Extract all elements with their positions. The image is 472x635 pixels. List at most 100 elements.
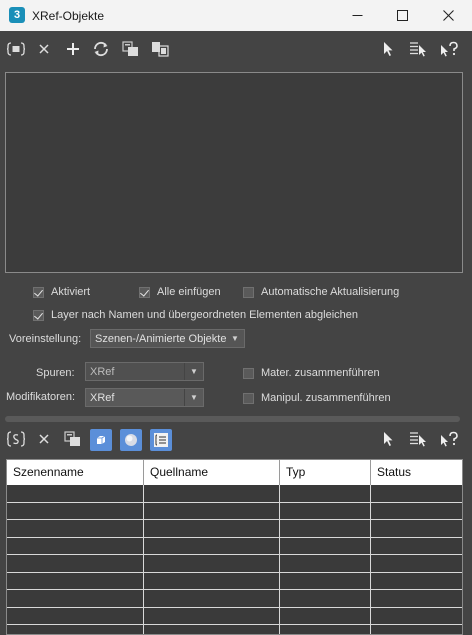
delete-icon[interactable] [34, 429, 54, 449]
chevron-down-icon: ▼ [184, 363, 203, 380]
table-row[interactable] [7, 607, 462, 625]
alle-einfuegen-label: Alle einfügen [157, 286, 221, 298]
convert-icon[interactable] [150, 39, 170, 59]
app-icon: 3 [9, 7, 25, 23]
layer-match-checkbox[interactable]: Layer nach Namen und übergeordneten Elem… [33, 309, 358, 321]
aktiviert-checkbox[interactable]: Aktiviert [33, 286, 90, 298]
auto-update-label: Automatische Aktualisierung [261, 286, 400, 298]
table-cell [371, 485, 462, 503]
table-cell [7, 607, 144, 625]
table-body [7, 485, 462, 634]
scene-xref-icon[interactable] [6, 39, 26, 59]
table-cell [280, 520, 371, 538]
table-cell [371, 625, 462, 634]
tracks-value: XRef [90, 365, 115, 378]
merge-materials-checkbox[interactable]: Mater. zusammenführen [243, 367, 380, 379]
table-row[interactable] [7, 537, 462, 555]
table-cell [371, 538, 462, 555]
list-icon[interactable] [150, 429, 172, 451]
table-cell [371, 520, 462, 538]
select-icon[interactable] [378, 429, 398, 449]
maximize-button[interactable] [379, 0, 425, 31]
xref-records-table[interactable]: Szenenname Quellname Typ Status [6, 459, 463, 635]
table-cell [144, 520, 280, 538]
add-icon[interactable] [63, 39, 83, 59]
box-icon[interactable] [90, 429, 112, 451]
xref-record-icon[interactable] [6, 429, 26, 449]
table-cell [371, 608, 462, 625]
table-cell [280, 607, 371, 625]
tracks-dropdown[interactable]: XRef ▼ [85, 362, 204, 381]
table-cell [280, 502, 371, 520]
table-cell [7, 502, 144, 520]
table-cell [371, 555, 462, 573]
close-icon [442, 10, 454, 21]
alle-einfuegen-checkbox[interactable]: Alle einfügen [139, 286, 221, 298]
column-header-szenenname[interactable]: Szenenname [7, 460, 144, 485]
merge-manipulators-check[interactable] [243, 392, 254, 404]
modifiers-dropdown[interactable]: XRef ▼ [85, 388, 204, 407]
modifiers-value: XRef [90, 391, 115, 404]
table-cell [280, 590, 371, 608]
table-row[interactable] [7, 520, 462, 538]
auto-update-checkbox[interactable]: Automatische Aktualisierung [243, 286, 399, 298]
merge-icon[interactable] [63, 429, 83, 449]
table-cell [144, 607, 280, 625]
modifiers-label: Modifikatoren: [6, 391, 76, 403]
layer-match-check[interactable] [33, 309, 44, 321]
delete-icon[interactable] [34, 39, 54, 59]
select-by-name-icon[interactable] [409, 429, 429, 449]
chevron-down-icon: ▼ [184, 389, 203, 406]
table-cell [144, 537, 280, 555]
preset-label: Voreinstellung: [9, 333, 82, 345]
select-icon[interactable] [378, 39, 398, 59]
select-by-name-icon[interactable] [409, 39, 429, 59]
window-titlebar[interactable]: 3 XRef-Objekte [0, 0, 472, 31]
merge-manipulators-checkbox[interactable]: Manipul. zusammenführen [243, 392, 391, 404]
table-cell [7, 625, 144, 634]
table-cell [7, 537, 144, 555]
table-cell [144, 572, 280, 590]
help-icon[interactable] [439, 429, 459, 449]
table-cell [371, 503, 462, 520]
table-cell [280, 537, 371, 555]
table-cell [7, 590, 144, 608]
table-cell [144, 485, 280, 503]
table-cell [371, 573, 462, 590]
table-row[interactable] [7, 590, 462, 608]
table-row[interactable] [7, 485, 462, 503]
table-header: Szenenname Quellname Typ Status [7, 460, 462, 485]
close-button[interactable] [425, 0, 471, 31]
aktiviert-check[interactable] [33, 286, 44, 298]
column-header-typ[interactable]: Typ [280, 460, 371, 485]
maximize-icon [396, 10, 408, 21]
alle-einfuegen-check[interactable] [139, 286, 150, 298]
merge-materials-check[interactable] [243, 367, 254, 379]
sphere-icon[interactable] [120, 429, 142, 451]
minimize-icon [352, 15, 362, 16]
xref-object-list[interactable] [5, 72, 463, 273]
table-row[interactable] [7, 625, 462, 634]
horizontal-scrollbar[interactable] [5, 416, 460, 422]
merge-icon[interactable] [121, 39, 141, 59]
table-cell [144, 555, 280, 573]
table-cell [280, 572, 371, 590]
help-icon[interactable] [439, 39, 459, 59]
table-cell [7, 520, 144, 538]
table-row[interactable] [7, 502, 462, 520]
merge-manipulators-label: Manipul. zusammenführen [261, 392, 391, 404]
minimize-button[interactable] [334, 0, 380, 31]
table-cell [280, 485, 371, 503]
table-cell [280, 625, 371, 634]
table-row[interactable] [7, 572, 462, 590]
column-header-status[interactable]: Status [371, 460, 462, 485]
table-row[interactable] [7, 555, 462, 573]
table-cell [7, 485, 144, 503]
preset-dropdown[interactable]: Szenen-/Animierte Objekte ▼ [90, 329, 245, 348]
table-cell [144, 502, 280, 520]
bottom-toolbar [0, 428, 472, 454]
table-cell [280, 555, 371, 573]
refresh-icon[interactable] [91, 39, 111, 59]
auto-update-check[interactable] [243, 286, 254, 298]
column-header-quellname[interactable]: Quellname [144, 460, 280, 485]
